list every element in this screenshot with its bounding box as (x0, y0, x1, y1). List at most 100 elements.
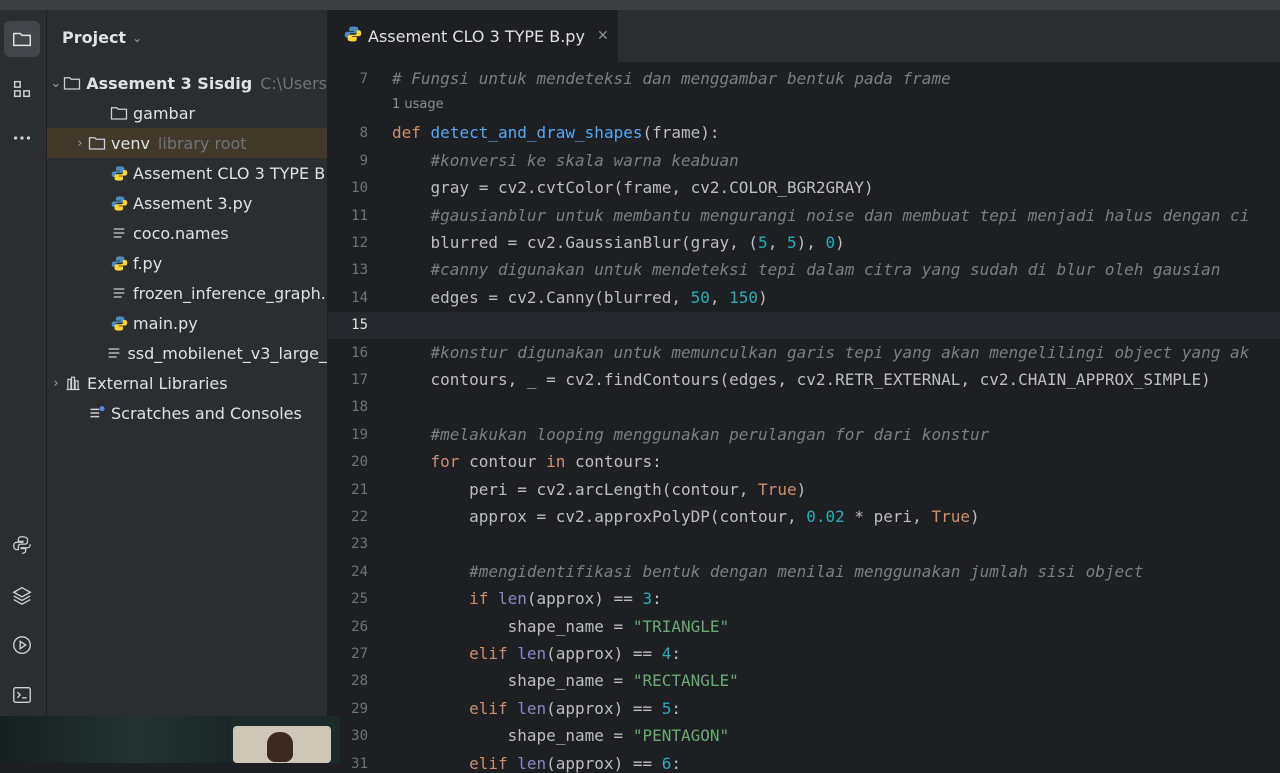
code-editor: Assement CLO 3 TYPE B.py ✕ 7 # Fungsi unt… (328, 10, 1280, 773)
tab-label: Assement CLO 3 TYPE B.py (368, 26, 585, 46)
line-number: 17 (351, 372, 368, 388)
terminal-icon[interactable] (4, 677, 40, 713)
tree-item-label: f.py (133, 253, 163, 273)
code-line[interactable]: #melakukan looping menggunakan perulanga… (392, 425, 990, 444)
editor-tab-bar: Assement CLO 3 TYPE B.py ✕ (328, 10, 1280, 63)
tree-item[interactable]: ssd_mobilenet_v3_large_ (47, 338, 327, 368)
line-number: 12 (351, 235, 368, 251)
tree-item[interactable]: › venv library root (47, 128, 327, 158)
code-line[interactable]: blurred = cv2.GaussianBlur(gray, (5, 5),… (392, 233, 845, 252)
code-line[interactable]: elif len(approx) == 5: (392, 699, 681, 718)
line-number: 18 (351, 399, 368, 416)
tree-item[interactable]: coco.names (47, 218, 327, 248)
code-line[interactable]: #gausianblur untuk membantu mengurangi n… (392, 206, 1250, 225)
line-number: 28 (351, 673, 368, 690)
tree-item[interactable]: main.py (47, 308, 327, 338)
line-number: 27 (351, 646, 368, 662)
python-file-icon (109, 314, 129, 332)
webcam-overlay (0, 716, 340, 763)
line-number: 13 (351, 262, 368, 279)
tree-item-label: Scratches and Consoles (111, 403, 302, 423)
code-line[interactable]: shape_name = "PENTAGON" (392, 726, 730, 745)
tree-item[interactable]: ⌄ Assement 3 Sisdig C:\Users (47, 68, 327, 98)
tree-item-label: Assement CLO 3 TYPE B (133, 163, 326, 183)
code-line[interactable]: #konversi ke skala warna keabuan (392, 151, 739, 170)
code-line[interactable]: # Fungsi untuk mendeteksi dan menggambar… (392, 69, 951, 88)
code-line[interactable]: shape_name = "TRIANGLE" (392, 617, 730, 636)
project-panel: Project ⌄ ⌄ Assement 3 Sisdig C:\Users gamb… (47, 10, 327, 763)
webcam-person-thumbnail (233, 726, 331, 763)
chevron-right-icon[interactable]: › (73, 136, 87, 151)
close-icon[interactable]: ✕ (597, 28, 609, 44)
folder-icon (109, 104, 129, 122)
text-file-icon (105, 344, 124, 362)
activity-bar (0, 10, 47, 763)
tree-item[interactable]: gambar (47, 98, 327, 128)
tree-item[interactable]: Assement CLO 3 TYPE B (47, 158, 327, 188)
code-line[interactable]: def detect_and_draw_shapes(frame): (392, 123, 720, 142)
code-line[interactable]: #konstur digunakan untuk memunculkan gar… (392, 343, 1250, 362)
layers-icon[interactable] (4, 577, 40, 613)
person-head (267, 732, 293, 762)
text-file-icon (109, 224, 129, 242)
code-line[interactable]: #mengidentifikasi bentuk dengan menilai … (392, 562, 1143, 581)
code-line[interactable]: edges = cv2.Canny(blurred, 50, 150) (392, 288, 768, 307)
code-line[interactable]: elif len(approx) == 4: (392, 644, 681, 663)
line-number: 23 (351, 536, 368, 553)
run-services-icon[interactable] (4, 627, 40, 663)
line-number: 22 (351, 509, 368, 525)
line-number: 21 (351, 481, 368, 498)
chevron-right-icon[interactable]: › (49, 376, 63, 391)
scratches-icon (87, 404, 107, 422)
line-number: 8 (359, 125, 368, 142)
tree-item[interactable]: frozen_inference_graph. (47, 278, 327, 308)
code-line[interactable]: gray = cv2.cvtColor(frame, cv2.COLOR_BGR… (392, 178, 874, 197)
code-line[interactable]: shape_name = "RECTANGLE" (392, 671, 739, 690)
python-console-icon[interactable] (4, 527, 40, 563)
code-line[interactable]: contours, _ = cv2.findContours(edges, cv… (392, 370, 1211, 389)
python-file-icon (109, 194, 129, 212)
tree-item-label: External Libraries (87, 373, 228, 393)
chevron-down-icon[interactable]: ⌄ (49, 76, 63, 91)
project-folder-icon[interactable] (4, 21, 40, 57)
code-line[interactable]: #canny digunakan untuk mendeteksi tepi d… (392, 260, 1221, 279)
code-line[interactable]: for contour in contours: (392, 452, 662, 471)
tree-item[interactable]: Scratches and Consoles (47, 398, 327, 428)
chevron-down-icon: ⌄ (132, 30, 143, 45)
line-number: 25 (351, 591, 368, 608)
tree-item-hint: library root (157, 133, 247, 153)
library-icon (63, 374, 83, 392)
tree-item-label: Assement 3 Sisdig (86, 73, 253, 93)
code-line[interactable]: if len(approx) == 3: (392, 589, 662, 608)
folder-icon (63, 74, 83, 92)
code-line[interactable]: peri = cv2.arcLength(contour, True) (392, 480, 806, 499)
tree-item-label: venv (111, 133, 150, 153)
project-panel-header[interactable]: Project ⌄ (62, 28, 142, 47)
tree-item[interactable]: Assement 3.py (47, 188, 327, 218)
python-file-icon (109, 254, 129, 272)
tree-item-label: main.py (133, 313, 198, 333)
line-number: 16 (351, 344, 368, 361)
line-number: 7 (359, 71, 368, 87)
project-panel-title: Project (62, 28, 127, 47)
python-file-icon (344, 25, 362, 47)
code-line[interactable]: approx = cv2.approxPolyDP(contour, 0.02 … (392, 507, 980, 526)
tree-item-label: gambar (133, 103, 196, 123)
line-number: 19 (351, 426, 368, 443)
more-icon[interactable] (4, 120, 40, 156)
usage-hint[interactable]: 1 usage (392, 97, 444, 112)
line-number: 14 (351, 289, 368, 306)
tab-assement-clo3[interactable]: Assement CLO 3 TYPE B.py ✕ (328, 10, 618, 62)
tree-item-label: frozen_inference_graph. (133, 283, 326, 303)
code-line[interactable]: elif len(approx) == 6: (392, 754, 681, 773)
text-file-icon (109, 284, 129, 302)
line-number: 11 (351, 207, 368, 224)
line-number: 9 (359, 152, 368, 169)
tree-item[interactable]: › External Libraries (47, 368, 327, 398)
line-number: 10 (351, 180, 368, 197)
structure-icon[interactable] (4, 71, 40, 107)
line-number: 29 (351, 700, 368, 717)
line-number: 24 (351, 563, 368, 580)
tree-item[interactable]: f.py (47, 248, 327, 278)
tree-item-label: ssd_mobilenet_v3_large_ (127, 343, 327, 363)
